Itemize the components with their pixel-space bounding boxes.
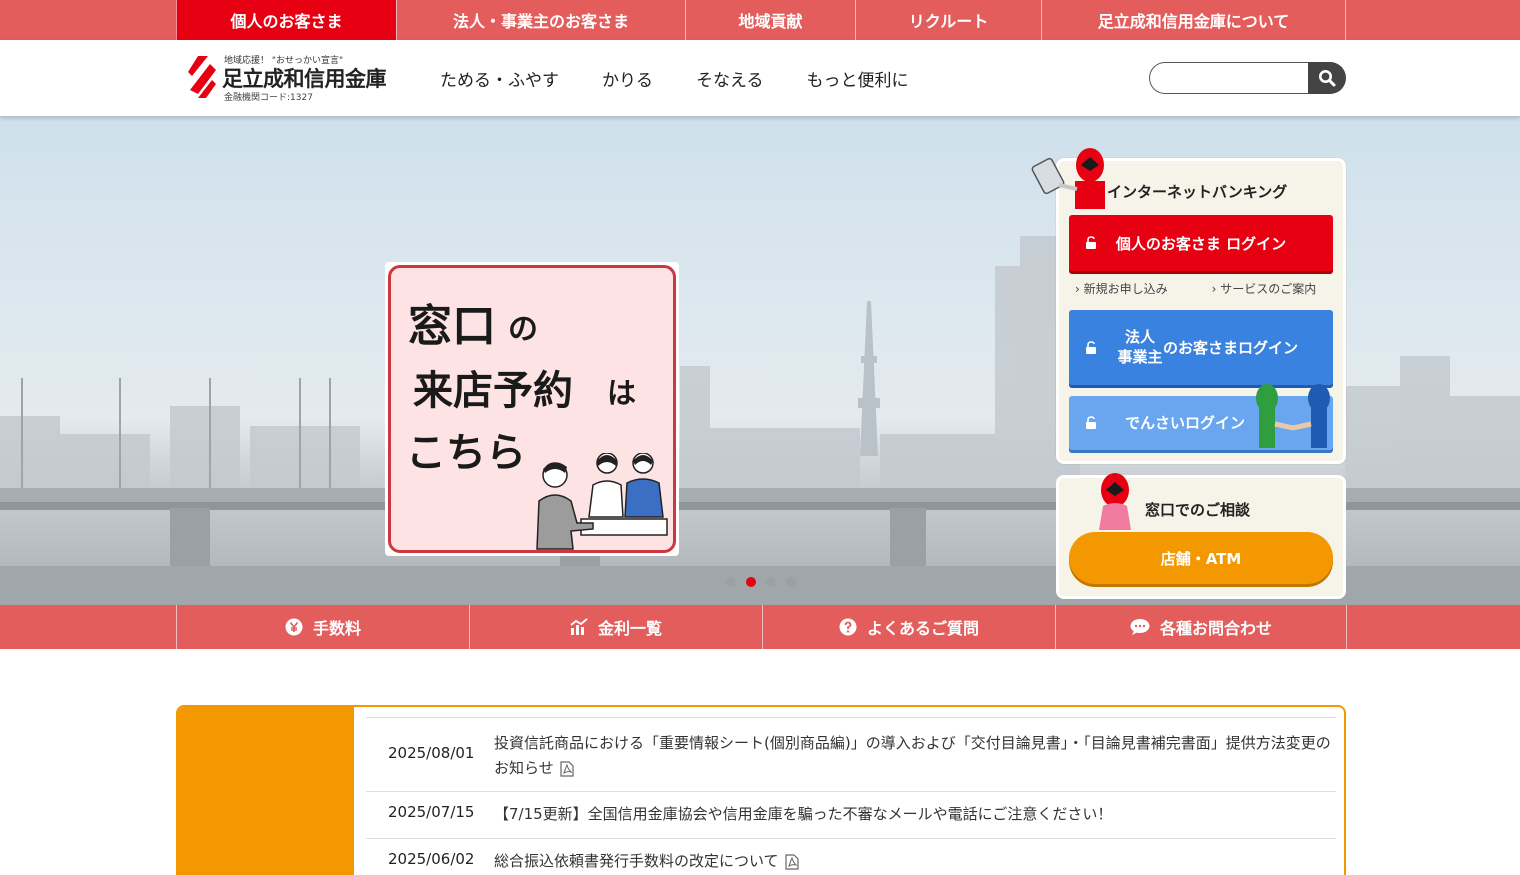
top-nav-community[interactable]: 地域貢献 [685,0,855,40]
densai-login-label: でんさいログイン [1125,414,1246,432]
slider-dot-3[interactable] [766,577,776,587]
news-date: 2025/06/02 [388,850,475,868]
logo-bank-code: 金融機関コード:1327 [224,93,313,103]
site-header: 地域応援！ "おせっかい宣言" 足立成和信用金庫 金融機関コード:1327 ため… [0,40,1520,116]
news-side-panel [178,707,354,875]
pdf-icon [784,853,799,870]
chat-icon [1130,619,1150,635]
new-application-link[interactable]: › 新規お申し込み [1075,280,1190,297]
top-nav-recruit[interactable]: リクルート [855,0,1041,40]
mascots-handshake-icon [1256,384,1330,448]
personal-sublinks: › 新規お申し込み › サービスのご案内 [1075,280,1360,297]
slider-dot-1[interactable] [726,577,736,587]
news-title-link[interactable]: 【7/15更新】全国信用金庫協会や信用金庫を騙った不審なメールや電話にご注意くだ… [494,803,1334,838]
mascot-laptop-icon [1031,148,1105,209]
slider-dot-2[interactable] [746,577,756,587]
consult-panel: 窓口でのご相談 店舗・ATM [1056,473,1346,599]
banner-line-1: 窓口 [408,301,496,352]
site-logo[interactable]: 地域応援！ "おせっかい宣言" 足立成和信用金庫 金融機関コード:1327 [184,52,414,104]
consult-title: 窓口でのご相談 [1145,501,1251,519]
reservation-banner[interactable]: 窓口 の 来店予約 は こちら [385,262,679,556]
corporate-login-label: のお客さまログイン [1163,339,1299,357]
logo-name: 足立成和信用金庫 [222,67,387,91]
service-guide-link[interactable]: › サービスのご案内 [1212,280,1339,297]
banner-line-2: 来店予約 [413,368,573,414]
top-nav: 個人のお客さま 法人・事業主のお客さま 地域貢献 リクルート 足立成和信用金庫に… [176,0,1346,40]
news-list: 2025/08/01 投資信託商品における「重要情報シート(個別商品編)」の導入… [366,717,1336,875]
unlock-icon [1086,236,1096,249]
slider-dot-4[interactable] [786,577,796,587]
news-date: 2025/07/15 [388,803,475,821]
news-date: 2025/08/01 [388,744,475,762]
top-nav-corporate[interactable]: 法人・事業主のお客さま [396,0,685,40]
banner-line-2-particle: は [607,376,637,410]
news-item: 2025/07/15 【7/15更新】全国信用金庫協会や信用金庫を騙った不審なメ… [366,791,1336,838]
main-nav-convenient[interactable]: もっと便利に [807,66,909,91]
main-nav-prepare[interactable]: そなえる [696,66,764,91]
slider-dots [726,577,796,587]
news-item: 2025/06/02 総合振込依頼書発行手数料の改定について [366,838,1336,875]
news-title-link[interactable]: 投資信託商品における「重要情報シート(個別商品編)」の導入および「交付目論見書」… [494,731,1334,791]
internet-banking-title: インターネットバンキング [1107,183,1288,201]
quick-links: 手数料 金利一覧 よくあるご質問 各種お問合わせ [176,605,1347,649]
internet-banking-panel: インターネットバンキング 個人のお客さま ログイン › 新規お申し込み › サー… [1031,148,1346,464]
banner-line-1-particle: の [508,312,538,347]
quick-link-rates[interactable]: 金利一覧 [469,605,762,649]
reservation-banner-frame: 窓口 の 来店予約 は こちら [388,265,676,553]
unlock-icon [1086,416,1096,429]
quick-link-contact[interactable]: 各種お問合わせ [1055,605,1347,649]
search-icon [1319,70,1336,87]
main-nav-borrow[interactable]: かりる [602,66,653,91]
search-button[interactable] [1308,62,1346,94]
news-section: 2025/08/01 投資信託商品における「重要情報シート(個別商品編)」の導入… [176,705,1346,875]
corporate-login-button[interactable]: 法人 事業主 のお客さまログイン [1069,310,1333,385]
consultation-illustration [536,453,668,550]
quick-link-fees[interactable]: 手数料 [176,605,469,649]
personal-login-label: 個人のお客さま ログイン [1115,234,1287,253]
news-item: 2025/08/01 投資信託商品における「重要情報シート(個別商品編)」の導入… [366,717,1336,791]
yen-icon [285,618,303,636]
quick-links-bar: 手数料 金利一覧 よくあるご質問 各種お問合わせ [0,605,1520,649]
top-nav-personal[interactable]: 個人のお客さま [176,0,396,40]
banner-line-3: こちら [406,430,526,476]
search-input[interactable] [1149,62,1311,94]
pdf-icon [560,760,574,777]
branch-atm-label: 店舗・ATM [1160,549,1242,568]
news-title-link[interactable]: 総合振込依頼書発行手数料の改定について [494,850,1334,875]
question-icon [839,618,857,636]
search-box [1149,62,1346,94]
main-nav: ためる・ふやす かりる そなえる もっと便利に [440,66,952,91]
branch-atm-button[interactable]: 店舗・ATM [1069,532,1333,584]
top-nav-about[interactable]: 足立成和信用金庫について [1041,0,1346,40]
corporate-login-type: 法人 事業主 [1117,328,1163,366]
mascot-pink-icon [1099,473,1131,530]
main-nav-save[interactable]: ためる・ふやす [440,66,559,91]
chart-icon [570,618,588,635]
top-nav-bar: 個人のお客さま 法人・事業主のお客さま 地域貢献 リクルート 足立成和信用金庫に… [0,0,1520,40]
unlock-icon [1086,340,1096,354]
quick-link-faq[interactable]: よくあるご質問 [762,605,1055,649]
densai-login-button[interactable]: でんさいログイン [1069,384,1333,450]
logo-mark-icon [188,56,216,98]
personal-login-button[interactable]: 個人のお客さま ログイン [1069,215,1333,271]
